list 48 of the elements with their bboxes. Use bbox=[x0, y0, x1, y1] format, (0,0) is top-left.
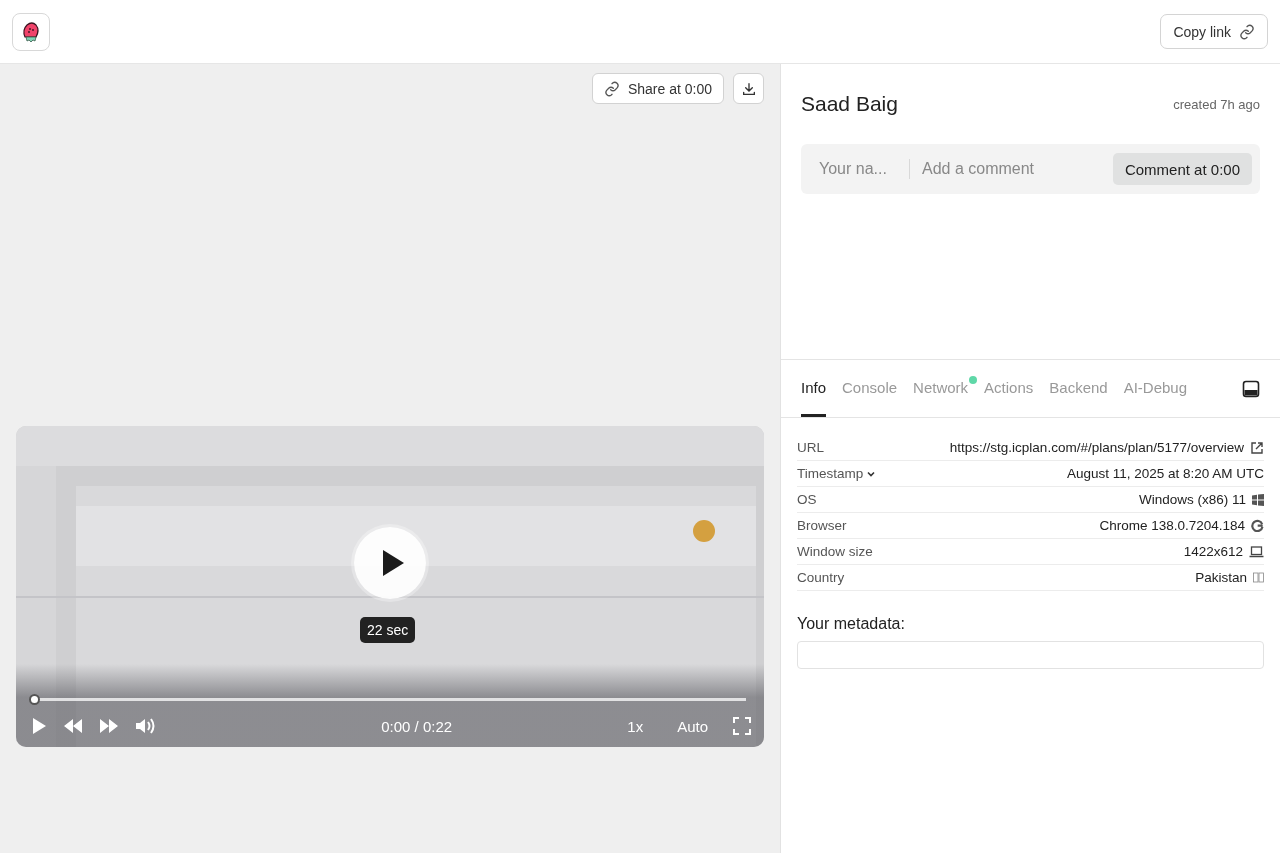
fullscreen-icon[interactable] bbox=[732, 716, 752, 736]
progress-thumb[interactable] bbox=[29, 694, 40, 705]
windows-icon bbox=[1252, 493, 1264, 506]
laptop-icon bbox=[1249, 545, 1264, 558]
created-time: created 7h ago bbox=[1173, 96, 1260, 112]
link-icon bbox=[603, 80, 620, 97]
playback-time: 0:00 / 0:22 bbox=[380, 717, 454, 735]
tab[interactable]: Actions bbox=[984, 360, 1034, 417]
info-value: 1422x612 bbox=[1183, 544, 1243, 559]
tab[interactable]: AI-Debug bbox=[1123, 360, 1188, 417]
copy-link-button[interactable]: Copy link bbox=[1160, 14, 1268, 49]
info-label: Browser bbox=[797, 518, 848, 533]
download-icon bbox=[740, 80, 757, 97]
info-value[interactable]: https://stg.icplan.com/#/plans/plan/5177/overview bbox=[949, 440, 1244, 455]
metadata-label: Your metadata: bbox=[797, 615, 906, 633]
rewind-icon[interactable] bbox=[62, 717, 84, 735]
fast-forward-icon[interactable] bbox=[98, 717, 120, 735]
info-value: Chrome 138.0.7204.184 bbox=[1099, 518, 1245, 533]
metadata-field[interactable] bbox=[797, 641, 1264, 669]
tab[interactable]: Console bbox=[842, 360, 898, 417]
volume-icon[interactable] bbox=[134, 716, 156, 736]
info-value: August 11, 2025 at 8:20 AM UTC bbox=[1066, 466, 1264, 481]
external-link-icon[interactable] bbox=[1250, 440, 1264, 455]
info-label: Country bbox=[797, 570, 846, 585]
info-value: Windows (x86) 11 bbox=[1138, 492, 1246, 507]
tab[interactable]: Network bbox=[913, 360, 978, 417]
speed-button[interactable]: 1x bbox=[617, 717, 654, 735]
info-label: OS bbox=[797, 492, 818, 507]
strawberry-icon bbox=[20, 19, 42, 44]
download-button[interactable] bbox=[733, 73, 764, 104]
name-field[interactable]: Your na... bbox=[817, 159, 910, 179]
user-name: Saad Baig bbox=[801, 92, 898, 116]
flag-icon bbox=[1253, 572, 1264, 583]
quality-button[interactable]: Auto bbox=[667, 717, 718, 735]
duration-label: 22 sec bbox=[360, 617, 416, 643]
link-icon bbox=[1239, 23, 1255, 40]
share-button[interactable]: Share at 0:00 bbox=[591, 73, 724, 104]
comment-field[interactable]: Add a comment bbox=[910, 159, 1113, 179]
tab[interactable]: Backend bbox=[1049, 360, 1108, 417]
info-value: Pakistan bbox=[1195, 570, 1247, 585]
comment-button[interactable]: Comment at 0:00 bbox=[1112, 153, 1252, 185]
google-icon bbox=[1251, 519, 1264, 532]
panel-toggle-icon[interactable] bbox=[1242, 379, 1260, 398]
app-logo[interactable] bbox=[12, 12, 50, 51]
timestamp-dropdown[interactable]: Timestamp bbox=[797, 466, 877, 481]
info-label: URL bbox=[797, 440, 825, 455]
tab[interactable]: Info bbox=[801, 360, 827, 417]
info-label: Window size bbox=[797, 544, 874, 559]
